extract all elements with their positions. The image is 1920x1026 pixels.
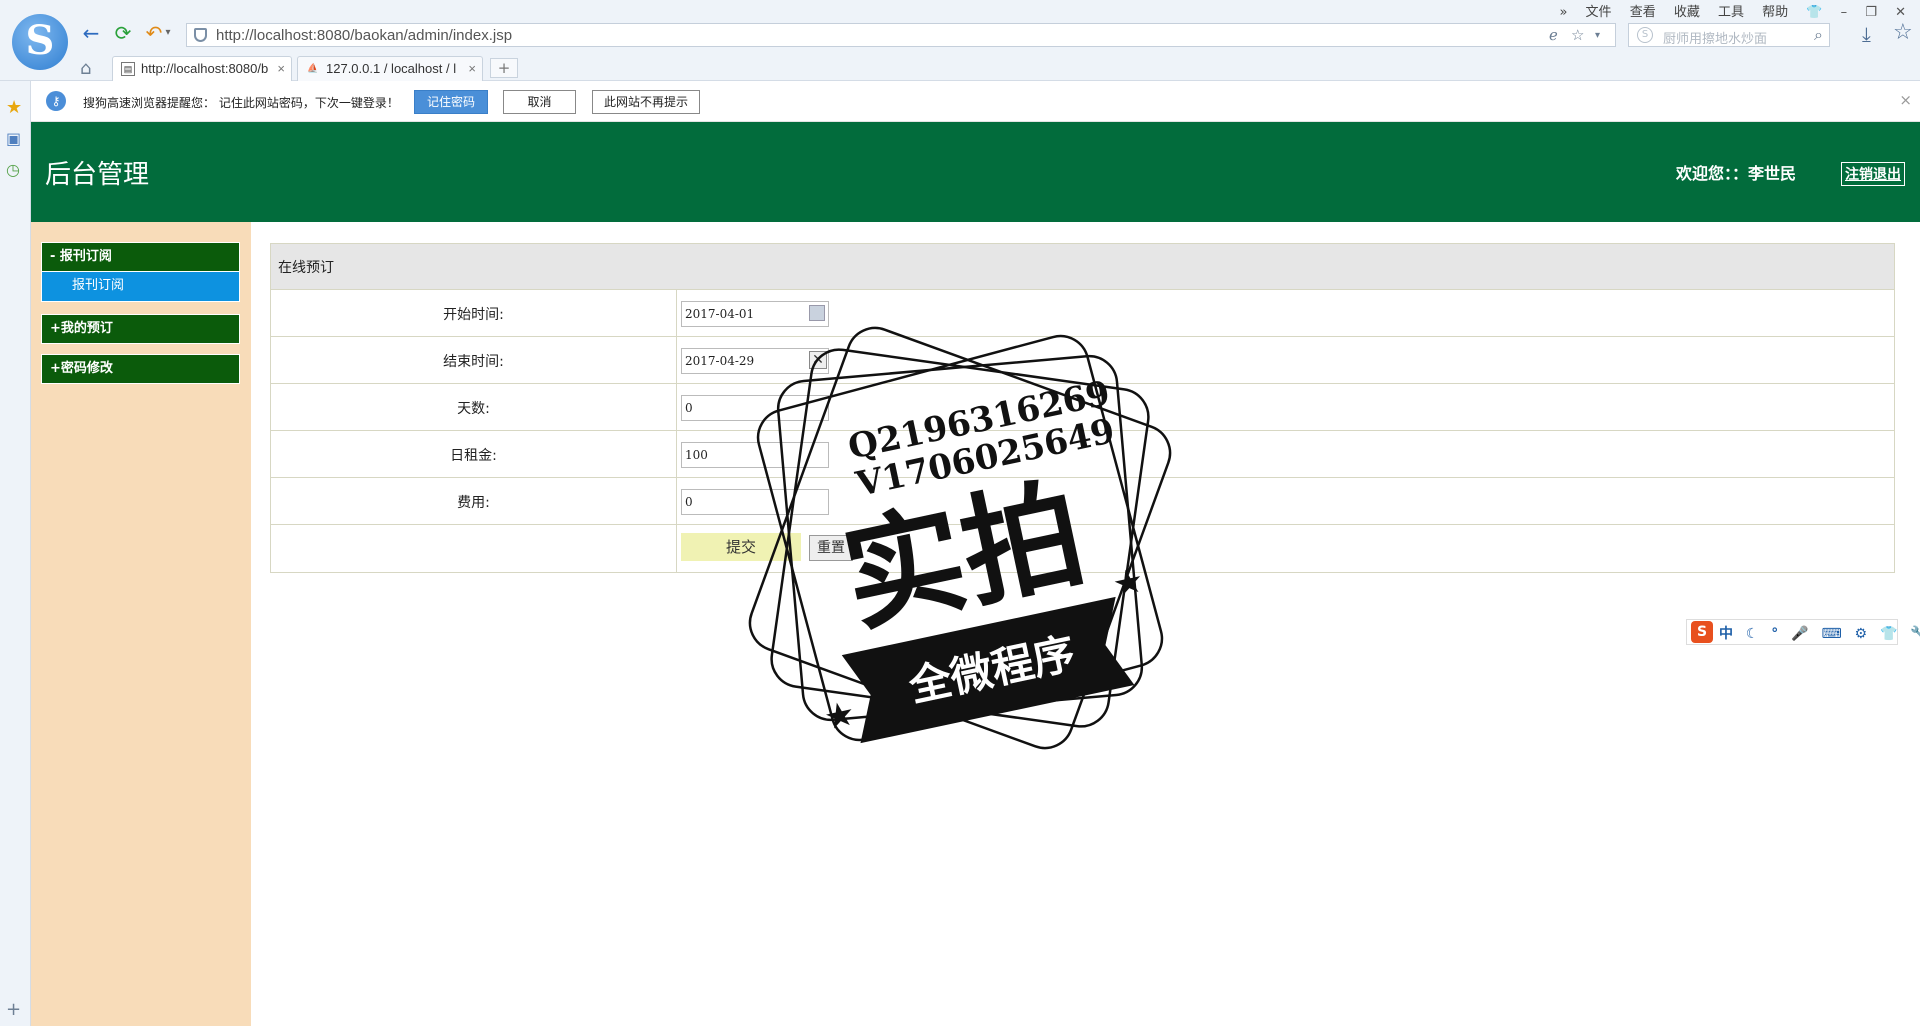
app-header: 后台管理 欢迎您：：李世民 注销退出 (31, 122, 1920, 222)
menu-expand-icon[interactable]: » (1559, 5, 1567, 20)
reset-button[interactable]: 重置 (809, 535, 853, 561)
clear-x-icon[interactable]: ✕ (809, 351, 827, 369)
sidebar-subitem-newspaper-subscription[interactable]: 报刊订阅 (41, 272, 240, 302)
daily-rent-label: 日租金: (271, 431, 677, 477)
cancel-button[interactable]: 取消 (503, 90, 576, 114)
chevron-down-icon[interactable]: ▾ (1595, 30, 1600, 41)
address-bar[interactable]: http://localhost:8080/baokan/admin/index… (186, 23, 1616, 47)
tab-label: 127.0.0.1 / localhost / l (326, 61, 457, 76)
download-icon[interactable]: ⤓ (1862, 22, 1871, 46)
never-remind-button[interactable]: 此网站不再提示 (592, 90, 700, 114)
submit-button[interactable]: 提交 (681, 533, 801, 561)
refresh-icon[interactable]: ⟳ (112, 22, 134, 44)
url-text[interactable]: http://localhost:8080/baokan/admin/index… (216, 27, 512, 44)
daily-rent-input[interactable]: 100 (681, 442, 829, 468)
sogou-ime-logo-icon[interactable]: S (1691, 621, 1713, 643)
search-icon[interactable]: ⌕ (1814, 25, 1823, 45)
skin-shirt-icon[interactable]: 👕 (1806, 5, 1822, 20)
favorites-star-icon[interactable]: ☆ (1893, 20, 1913, 45)
tab-bar: ⌂ ▤ http://localhost:8080/b × ⛵ 127.0.0.… (0, 56, 1920, 81)
tab-close-icon[interactable]: × (468, 61, 476, 76)
sidebar: - 报刊订阅 报刊订阅 +我的预订 +密码修改 (31, 222, 251, 1026)
sidebar-item-change-password[interactable]: +密码修改 (41, 354, 240, 384)
ime-mode-label[interactable]: 中 (1719, 626, 1737, 642)
sidebar-item-my-bookings[interactable]: +我的预订 (41, 314, 240, 344)
days-label: 天数: (271, 384, 677, 430)
page-icon: ▤ (121, 62, 135, 76)
add-icon[interactable]: + (6, 999, 21, 1020)
back-arrow-icon[interactable]: ← (80, 22, 102, 44)
form-row-start-date: 开始时间: 2017-04-01 (271, 290, 1894, 337)
menu-help[interactable]: 帮助 (1762, 5, 1788, 20)
menu-file[interactable]: 文件 (1586, 5, 1612, 20)
close-icon[interactable]: ✕ (1895, 5, 1906, 20)
booking-form: 在线预订 开始时间: 2017-04-01 结束时间: 2017-04-29 ✕… (270, 243, 1895, 573)
infobar-close-icon[interactable]: × (1899, 91, 1912, 109)
watermark-banner-text: 全微程序 (904, 628, 1080, 711)
menu-tools[interactable]: 工具 (1718, 5, 1744, 20)
browser-sidebar: ★ ▣ ◷ + (0, 81, 31, 1026)
star-outline-icon[interactable]: ☆ (1571, 26, 1584, 44)
logout-link[interactable]: 注销退出 (1841, 162, 1905, 186)
password-infobar: ⚷ 搜狗高速浏览器提醒您： 记住此网站密码，下次一键登录！ 记住密码 取消 此网… (31, 81, 1920, 122)
ime-toolbar: S 中 ☾ ° 🎤 ⌨ ⚙ 👕 🔧 (1686, 619, 1920, 645)
browser-toolbar: S ← ⟳ ↶ ▾ http://localhost:8080/baokan/a… (0, 0, 1920, 81)
form-row-end-date: 结束时间: 2017-04-29 ✕ (271, 337, 1894, 384)
form-row-cost: 费用: 0 (271, 478, 1894, 525)
tab-phpmyadmin[interactable]: ⛵ 127.0.0.1 / localhost / l × (297, 56, 483, 81)
form-title: 在线预订 (271, 244, 1894, 290)
shield-icon (194, 28, 207, 42)
days-input[interactable]: 0 (681, 395, 829, 421)
ie-mode-icon[interactable]: ℯ (1549, 26, 1558, 44)
menu-view[interactable]: 查看 (1630, 5, 1656, 20)
end-date-input[interactable]: 2017-04-29 (681, 348, 829, 374)
key-icon: ⚷ (46, 91, 66, 111)
remember-password-button[interactable]: 记住密码 (414, 90, 488, 114)
star-icon[interactable]: ★ (6, 97, 22, 118)
watermark-banner-shape (841, 596, 1135, 744)
minimize-icon[interactable]: – (1841, 5, 1848, 20)
tab-label: http://localhost:8080/b (141, 61, 269, 76)
home-icon[interactable]: ⌂ (80, 58, 91, 79)
cost-label: 费用: (271, 478, 677, 524)
tab-close-icon[interactable]: × (277, 61, 285, 76)
reader-icon[interactable]: ▣ (6, 129, 21, 148)
new-tab-button[interactable]: + (490, 58, 518, 78)
menu-bar: » 文件 查看 收藏 工具 帮助 👕 – ❐ ✕ (1545, 1, 1906, 20)
cost-input[interactable]: 0 (681, 489, 829, 515)
end-date-label: 结束时间: (271, 337, 677, 383)
restore-icon[interactable]: ❐ (1865, 5, 1877, 20)
search-box[interactable]: S 厨师用擦地水炒面 ⌕ (1628, 23, 1830, 47)
calendar-icon[interactable] (809, 305, 825, 321)
start-date-input[interactable]: 2017-04-01 (681, 301, 829, 327)
infobar-message: 搜狗高速浏览器提醒您： 记住此网站密码，下次一键登录！ (83, 96, 399, 110)
start-date-label: 开始时间: (271, 290, 677, 336)
welcome-text: 欢迎您：：李世民 (1676, 164, 1797, 183)
form-row-days: 天数: 0 (271, 384, 1894, 431)
form-row-actions: 提交 重置 (271, 525, 1894, 572)
menu-favorites[interactable]: 收藏 (1674, 5, 1700, 20)
history-clock-icon[interactable]: ◷ (6, 160, 20, 179)
undo-dropdown-icon[interactable]: ▾ (162, 22, 174, 44)
phpmyadmin-icon: ⛵ (307, 63, 319, 73)
actions-label-cell (271, 525, 677, 572)
ime-tools[interactable]: 中 ☾ ° 🎤 ⌨ ⚙ 👕 🔧 (1719, 623, 1920, 643)
search-placeholder[interactable]: 厨师用擦地水炒面 (1663, 28, 1767, 47)
sidebar-item-newspaper-subscription[interactable]: - 报刊订阅 (41, 242, 240, 272)
page-title: 后台管理 (45, 160, 150, 190)
search-engine-icon[interactable]: S (1637, 27, 1653, 43)
tab-admin[interactable]: ▤ http://localhost:8080/b × (112, 56, 292, 81)
form-row-daily-rent: 日租金: 100 (271, 431, 1894, 478)
star-icon: ★ (821, 693, 859, 738)
